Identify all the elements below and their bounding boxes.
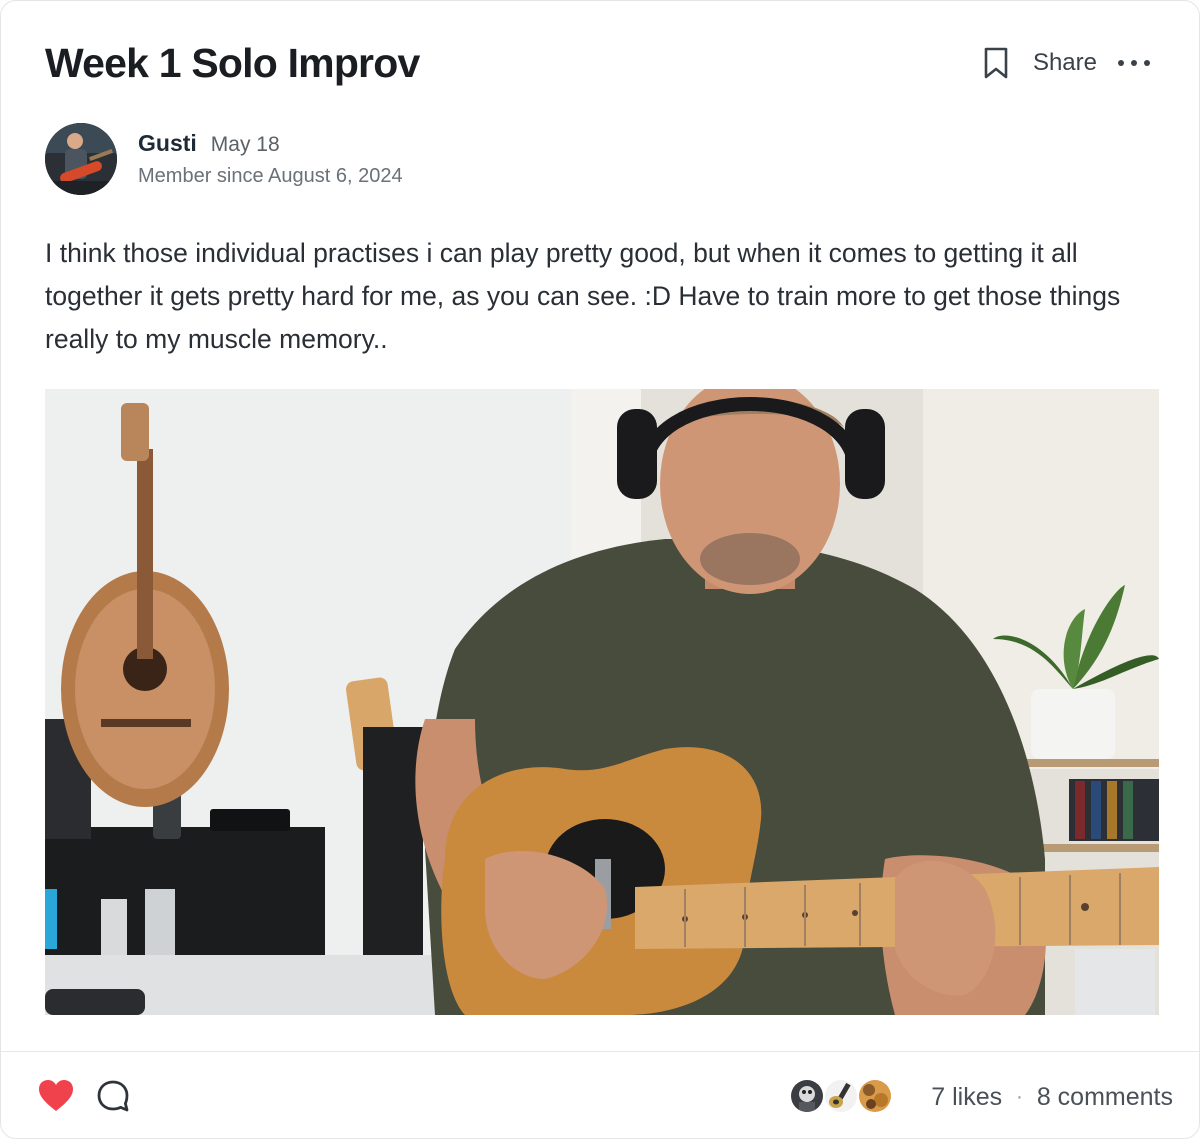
video-frame-illustration [45, 389, 1159, 1015]
heart-icon[interactable] [37, 1078, 75, 1114]
post-body: I think those individual practises i can… [45, 238, 1121, 354]
author-meta: Gusti May 18 Member since August 6, 2024 [138, 130, 403, 188]
post-footer: 7 likes · 8 comments [1, 1052, 1199, 1138]
more-options-icon[interactable] [1117, 43, 1151, 83]
header-actions: Share [981, 43, 1151, 83]
share-button[interactable]: Share [1033, 49, 1097, 77]
likes-count[interactable]: 7 likes [931, 1083, 1002, 1112]
comment-icon[interactable] [95, 1078, 131, 1114]
author-block: Gusti May 18 Member since August 6, 2024 [45, 123, 403, 195]
author-name[interactable]: Gusti [138, 130, 197, 157]
author-line: Gusti May 18 [138, 130, 403, 157]
post-stats: 7 likes · 8 comments [931, 1080, 1173, 1114]
member-since: Member since August 6, 2024 [138, 165, 403, 187]
bookmark-icon[interactable] [981, 43, 1011, 83]
stats-separator: · [1016, 1085, 1023, 1108]
avatar[interactable] [45, 123, 117, 195]
post-date: May 18 [210, 133, 280, 156]
liker-avatar [857, 1078, 893, 1114]
liker-avatars[interactable] [789, 1078, 893, 1114]
liker-avatar [789, 1078, 825, 1114]
comments-count[interactable]: 8 comments [1037, 1083, 1173, 1112]
liker-avatar [823, 1078, 859, 1114]
post-card: Week 1 Solo Improv Share Gusti May 18 Me… [0, 0, 1200, 1139]
post-video[interactable] [45, 389, 1159, 1015]
post-title: Week 1 Solo Improv [45, 40, 420, 86]
